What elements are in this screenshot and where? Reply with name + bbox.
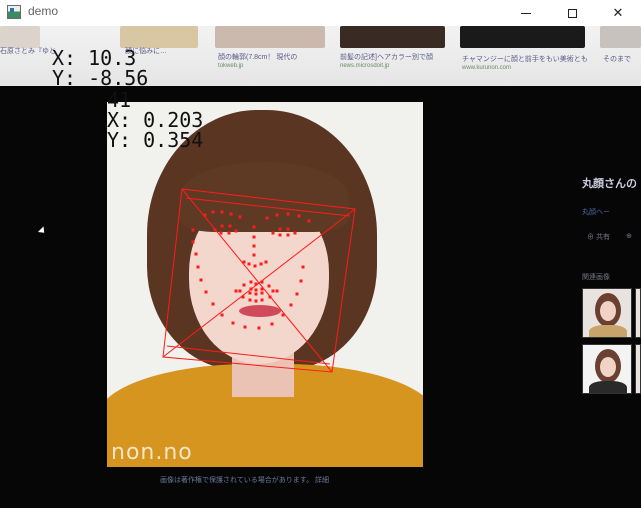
landmark-point	[249, 280, 253, 284]
close-button[interactable]: ✕	[595, 0, 641, 26]
landmark-point	[249, 287, 253, 291]
landmark-point	[260, 287, 264, 291]
window-title: demo	[28, 4, 59, 18]
landmark-point	[220, 210, 224, 214]
landmark-point	[243, 325, 247, 329]
landmark-point	[220, 313, 224, 317]
landmark-point	[227, 231, 231, 235]
landmark-point	[293, 231, 297, 235]
pose-diagonal-3	[185, 197, 351, 217]
landmark-point	[297, 214, 301, 218]
landmark-point	[234, 229, 238, 233]
landmark-point	[264, 260, 268, 264]
landmark-point	[278, 233, 282, 237]
head-x-readout: X: 10.3	[52, 46, 137, 70]
head-pose-box	[162, 188, 356, 373]
landmark-point	[257, 326, 261, 330]
landmark-point	[248, 298, 252, 302]
landmark-point	[252, 253, 256, 257]
landmark-point	[252, 225, 256, 229]
maximize-icon	[567, 8, 577, 18]
demo-window: demo ✕ 石原さとみ『ゆと 顔に悩みに… 顔の輪郭(7.8cm！ 現代の t…	[0, 0, 641, 508]
landmark-point	[241, 295, 245, 299]
landmark-point	[196, 265, 200, 269]
landmark-point	[242, 283, 246, 287]
landmark-point	[191, 240, 195, 244]
landmark-point	[270, 322, 274, 326]
landmark-point	[260, 280, 264, 284]
landmark-point	[278, 227, 282, 231]
landmark-point	[238, 215, 242, 219]
landmark-point	[204, 290, 208, 294]
landmark-point	[213, 228, 217, 232]
landmark-point	[289, 303, 293, 307]
landmark-point	[228, 224, 232, 228]
landmark-point	[242, 260, 246, 264]
pose-diagonal-4	[166, 345, 331, 365]
camera-view: 石原さとみ『ゆと 顔に悩みに… 顔の輪郭(7.8cm！ 現代の tokweb.j…	[0, 26, 641, 508]
landmark-point	[252, 235, 256, 239]
landmark-point	[286, 212, 290, 216]
landmark-point	[267, 284, 271, 288]
landmark-point	[268, 295, 272, 299]
head-y-readout: Y: -8.56	[52, 66, 149, 90]
landmark-point	[191, 228, 195, 232]
app-icon	[7, 5, 21, 19]
facial-landmarks	[191, 210, 311, 330]
landmark-point	[248, 291, 252, 295]
landmark-point	[252, 244, 256, 248]
landmark-point	[254, 292, 258, 296]
landmark-point	[220, 224, 224, 228]
landmark-point	[234, 289, 238, 293]
maximize-button[interactable]	[549, 0, 595, 26]
minimize-button[interactable]	[503, 0, 549, 26]
landmark-point	[231, 321, 235, 325]
landmark-point	[275, 213, 279, 217]
landmark-point	[260, 291, 264, 295]
landmark-point	[281, 313, 285, 317]
landmark-point	[238, 289, 242, 293]
landmark-point	[194, 252, 198, 256]
landmark-y-readout: Y: 0.354	[107, 128, 204, 152]
title-bar[interactable]: demo ✕	[0, 0, 641, 26]
landmark-x-readout: X: 0.203	[107, 108, 204, 132]
landmark-point	[229, 212, 233, 216]
landmark-point	[275, 289, 279, 293]
landmark-point	[211, 210, 215, 214]
landmark-point	[271, 289, 275, 293]
landmark-point	[286, 233, 290, 237]
landmark-point	[253, 264, 257, 268]
landmark-overlay	[162, 188, 356, 373]
landmark-point	[199, 278, 203, 282]
landmark-point	[271, 231, 275, 235]
landmark-point	[254, 288, 258, 292]
landmark-point	[299, 279, 303, 283]
landmark-point	[260, 298, 264, 302]
minimize-icon	[521, 12, 531, 14]
landmark-point	[254, 282, 258, 286]
landmark-point	[203, 213, 207, 217]
landmark-point	[247, 262, 251, 266]
landmark-point	[295, 292, 299, 296]
landmark-point	[301, 265, 305, 269]
landmark-index-readout: 41	[107, 88, 132, 112]
landmark-point	[307, 219, 311, 223]
landmark-point	[219, 231, 223, 235]
landmark-point	[259, 262, 263, 266]
close-icon: ✕	[612, 5, 624, 21]
landmark-point	[211, 302, 215, 306]
landmark-point	[254, 299, 258, 303]
landmark-point	[286, 227, 290, 231]
landmark-point	[265, 216, 269, 220]
